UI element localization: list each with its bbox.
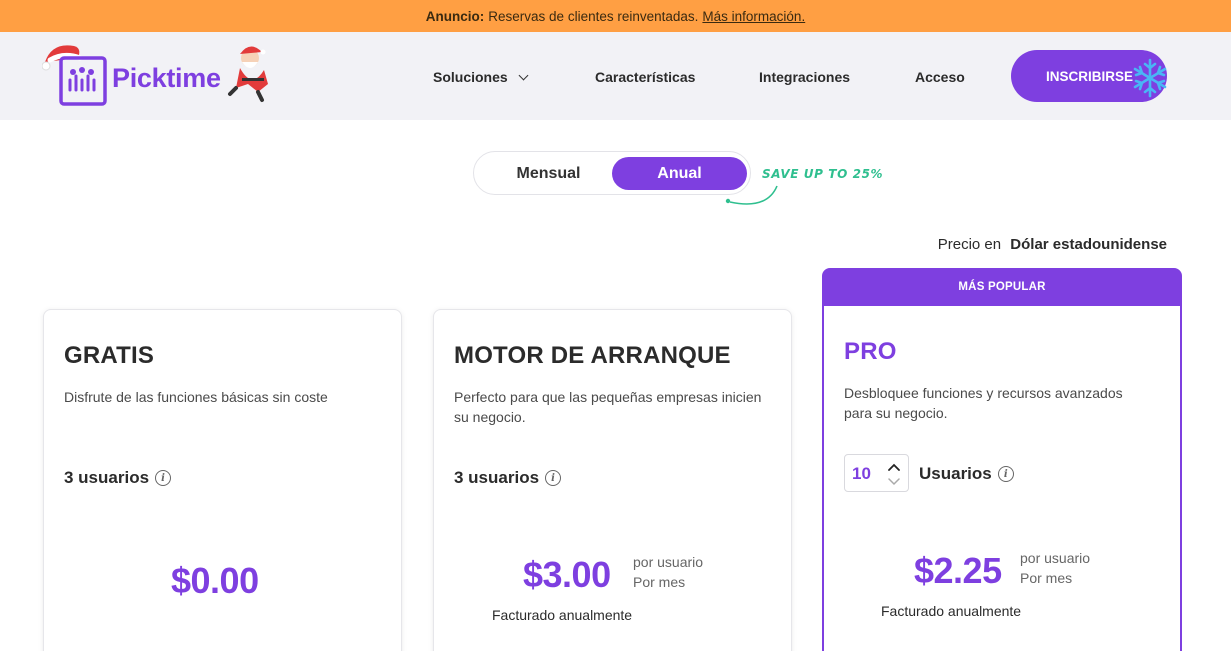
plan-description: Desbloquee funciones y recursos avanzado… — [844, 385, 1123, 421]
save-note: SAVE UP TO 25% — [762, 167, 884, 181]
plan-price: $0.00 — [171, 560, 259, 601]
announcement-text: Reservas de clientes reinventadas. — [488, 8, 699, 24]
chevron-down-icon — [518, 70, 529, 81]
plan-users-label: Usuarios — [919, 464, 992, 483]
currency-value[interactable]: Dólar estadounidense — [1010, 236, 1167, 253]
per-month-label: Por mes — [633, 574, 686, 590]
billing-toggle: Mensual Anual — [473, 151, 751, 195]
nav-login-label: Acceso — [915, 69, 965, 85]
nav-features-label: Características — [595, 69, 696, 85]
chevron-down-icon[interactable] — [887, 476, 901, 488]
plan-users: Usuarios i — [919, 464, 1014, 484]
plan-price: $3.00 — [523, 554, 611, 595]
site-header: Picktime Soluciones Características Inte… — [0, 32, 1231, 120]
nav-integrations[interactable]: Integraciones — [759, 69, 850, 85]
plan-users: 3 usuarios i — [454, 468, 562, 488]
picktime-logo[interactable]: Picktime — [41, 40, 277, 110]
users-quantity-stepper[interactable]: 10 — [844, 454, 909, 492]
plan-price: $2.25 — [914, 550, 1002, 591]
plan-users-label: 3 usuarios — [454, 468, 540, 487]
nav-solutions-label: Soluciones — [433, 69, 508, 85]
plan-name: GRATIS — [64, 342, 155, 369]
currency-label: Precio en — [937, 236, 1002, 253]
currency-line: Precio en Dólar estadounidense — [938, 236, 1167, 253]
announcement-link[interactable]: Más información. — [702, 9, 805, 24]
plan-users-label: 3 usuarios — [64, 468, 150, 487]
nav-integrations-label: Integraciones — [759, 69, 851, 85]
announcement-bar: Anuncio: Reservas de clientes reinventad… — [0, 0, 1231, 32]
chevron-up-icon[interactable] — [887, 461, 901, 473]
billing-note: Facturado anualmente — [492, 607, 633, 623]
info-icon[interactable]: i — [997, 466, 1014, 482]
nav-solutions[interactable]: Soluciones — [433, 69, 529, 85]
signup-label: INSCRIBIRSE — [1046, 68, 1134, 84]
info-icon[interactable]: i — [155, 470, 172, 486]
snowflake-icon — [1133, 58, 1167, 98]
announcement-label: Anuncio: — [425, 8, 485, 24]
per-user-label: por usuario — [633, 554, 704, 570]
plan-card-starter: MOTOR DE ARRANQUE Perfecto para que las … — [433, 309, 792, 651]
per-user-label: por usuario — [1020, 550, 1091, 566]
billing-note: Facturado anualmente — [881, 603, 1022, 619]
plan-description: Disfrute de las funciones básicas sin co… — [64, 389, 328, 405]
nav-features[interactable]: Características — [595, 69, 695, 85]
info-icon[interactable]: i — [545, 470, 562, 486]
users-quantity-value[interactable]: 10 — [852, 464, 871, 484]
plan-card-free: GRATIS Disfrute de las funciones básicas… — [43, 309, 402, 651]
per-month-label: Por mes — [1020, 570, 1073, 586]
toggle-monthly[interactable]: Mensual — [480, 157, 617, 190]
plan-users: 3 usuarios i — [64, 468, 172, 488]
most-popular-badge: MÁS POPULAR — [958, 281, 1046, 293]
plan-name: MOTOR DE ARRANQUE — [454, 342, 731, 369]
brand-name: Picktime — [112, 63, 221, 93]
plan-description: Perfecto para que las pequeñas empresas … — [454, 389, 762, 425]
plan-price-unit: por usuario Por mes — [1020, 548, 1090, 588]
plan-card-pro: PRO Desbloquee funciones y recursos avan… — [824, 306, 1180, 651]
plan-price-unit: por usuario Por mes — [633, 552, 703, 592]
nav-login[interactable]: Acceso — [915, 69, 965, 85]
plan-name: PRO — [844, 338, 897, 365]
curved-arrow-icon — [725, 185, 778, 205]
